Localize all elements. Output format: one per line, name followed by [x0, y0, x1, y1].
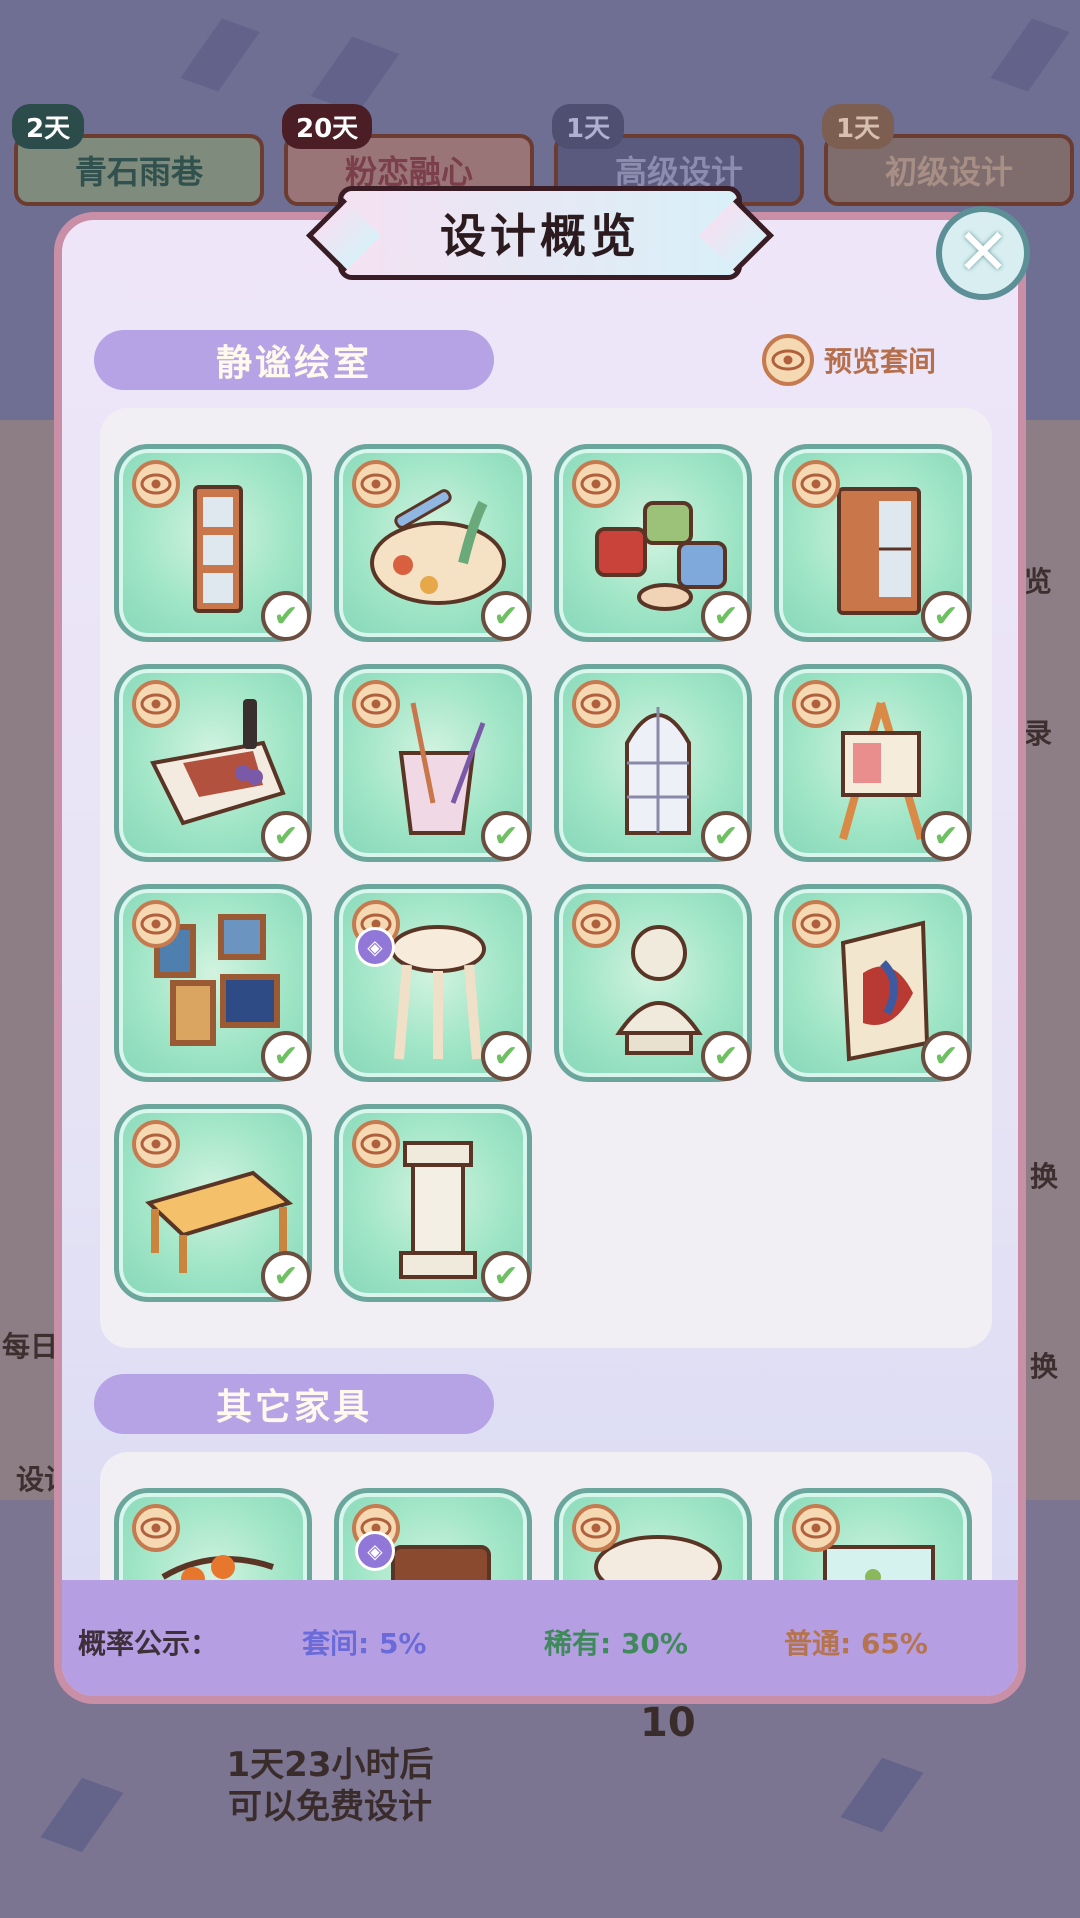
bg-side-text: 换: [1030, 1350, 1059, 1383]
checkmark-icon: ✔: [921, 1031, 971, 1081]
checkmark-icon: ✔: [701, 811, 751, 861]
eye-icon[interactable]: [131, 1503, 181, 1553]
furniture-card-paint-jars[interactable]: ✔: [554, 444, 752, 642]
furniture-card-stool[interactable]: ◈ ✔: [334, 884, 532, 1082]
checkmark-icon: ✔: [261, 1251, 311, 1301]
furniture-card-paint-palette[interactable]: ✔: [334, 444, 532, 642]
eye-icon[interactable]: [131, 1119, 181, 1169]
tab-days-badge: 2天: [12, 104, 85, 149]
eye-icon[interactable]: [571, 459, 621, 509]
furniture-card-easel[interactable]: ✔: [774, 664, 972, 862]
eye-icon[interactable]: [351, 679, 401, 729]
checkmark-icon: ✔: [261, 1031, 311, 1081]
checkmark-icon: ✔: [701, 591, 751, 641]
furniture-card-wooden-table[interactable]: ✔: [114, 1104, 312, 1302]
free-design-line1: 1天23小时后: [226, 1745, 434, 1785]
furniture-card-bookshelf-narrow[interactable]: ✔: [114, 444, 312, 642]
eye-icon[interactable]: [131, 899, 181, 949]
eye-icon[interactable]: [351, 459, 401, 509]
tab-days-badge: 1天: [552, 104, 625, 149]
eye-icon[interactable]: [571, 1503, 621, 1553]
furniture-card-still-life-table[interactable]: ✔: [114, 664, 312, 862]
section-title-room: 静谧绘室: [94, 330, 494, 390]
eye-icon[interactable]: [791, 899, 841, 949]
free-design-line2: 可以免费设计: [228, 1787, 432, 1827]
furniture-card-round-table[interactable]: [554, 1488, 752, 1588]
free-design-timer: 1天23小时后 可以免费设计: [180, 1744, 480, 1828]
furniture-card-cabinet[interactable]: ✔: [774, 444, 972, 642]
furniture-card-radio[interactable]: ◈: [334, 1488, 532, 1588]
eye-icon[interactable]: [791, 459, 841, 509]
furniture-card-plaster-bust[interactable]: ✔: [554, 884, 752, 1082]
eye-icon[interactable]: [571, 899, 621, 949]
bg-side-text: 录: [1024, 717, 1053, 750]
dialog-title: 设计概览: [338, 186, 742, 280]
tab-days-badge: 20天: [282, 104, 373, 149]
furniture-card-abstract-painting[interactable]: ✔: [774, 884, 972, 1082]
bg-side-text: 换: [1030, 1160, 1059, 1193]
checkmark-icon: ✔: [481, 1251, 531, 1301]
design-overview-dialog: 静谧绘室 预览套间 ✔ ✔ ✔ ✔ ✔ ✔ ✔ ✔ ✔ ◈ ✔ ✔ ✔ ✔ ✔ 其它家具 ◈ 概率公示： 套…: [54, 212, 1026, 1704]
eye-icon[interactable]: [351, 1119, 401, 1169]
checkmark-icon: ✔: [261, 811, 311, 861]
suite-tag-icon: ◈: [355, 1531, 395, 1571]
tab-label: 初级设计: [884, 153, 1013, 191]
room-tab-1[interactable]: 2天 青石雨巷: [12, 104, 264, 206]
furniture-card-column-pedestal[interactable]: ✔: [334, 1104, 532, 1302]
room-tab-4[interactable]: 1天 初级设计: [822, 104, 1074, 206]
checkmark-icon: ✔: [481, 591, 531, 641]
room-items-grid: ✔ ✔ ✔ ✔ ✔ ✔ ✔ ✔ ✔ ◈ ✔ ✔ ✔ ✔ ✔: [114, 444, 974, 1304]
eye-icon[interactable]: [791, 1503, 841, 1553]
suite-tag-icon: ◈: [355, 927, 395, 967]
eye-icon: [762, 334, 814, 386]
eye-icon[interactable]: [131, 679, 181, 729]
preview-suite-label: 预览套间: [824, 345, 937, 378]
probability-suite: 套间: 5%: [302, 1627, 427, 1660]
checkmark-icon: ✔: [481, 811, 531, 861]
probability-common: 普通: 65%: [784, 1627, 928, 1660]
furniture-card-arched-window[interactable]: ✔: [554, 664, 752, 862]
probability-bar: 概率公示： 套间: 5% 稀有: 30% 普通: 65%: [62, 1580, 1018, 1696]
close-icon[interactable]: ✕: [936, 206, 1030, 300]
probability-rare: 稀有: 30%: [544, 1627, 688, 1660]
checkmark-icon: ✔: [701, 1031, 751, 1081]
preview-suite-button[interactable]: 预览套间: [762, 334, 936, 386]
checkmark-icon: ✔: [921, 811, 971, 861]
furniture-card-brush-cup[interactable]: ✔: [334, 664, 532, 862]
eye-icon[interactable]: [131, 459, 181, 509]
furniture-card-picture-frames[interactable]: ✔: [114, 884, 312, 1082]
bg-side-text: 每日: [2, 1330, 59, 1363]
furniture-card-persimmon-branch[interactable]: [114, 1488, 312, 1588]
checkmark-icon: ✔: [921, 591, 971, 641]
probability-label: 概率公示：: [78, 1627, 219, 1660]
eye-icon[interactable]: [571, 679, 621, 729]
checkmark-icon: ✔: [261, 591, 311, 641]
tab-label: 青石雨巷: [74, 153, 203, 191]
bg-side-text: 览: [1024, 565, 1053, 598]
other-items-grid: ◈: [114, 1488, 974, 1588]
furniture-card-aquarium[interactable]: [774, 1488, 972, 1588]
design-count: 10: [640, 1700, 696, 1746]
tab-days-badge: 1天: [822, 104, 895, 149]
section-title-other: 其它家具: [94, 1374, 494, 1434]
eye-icon[interactable]: [791, 679, 841, 729]
checkmark-icon: ✔: [481, 1031, 531, 1081]
